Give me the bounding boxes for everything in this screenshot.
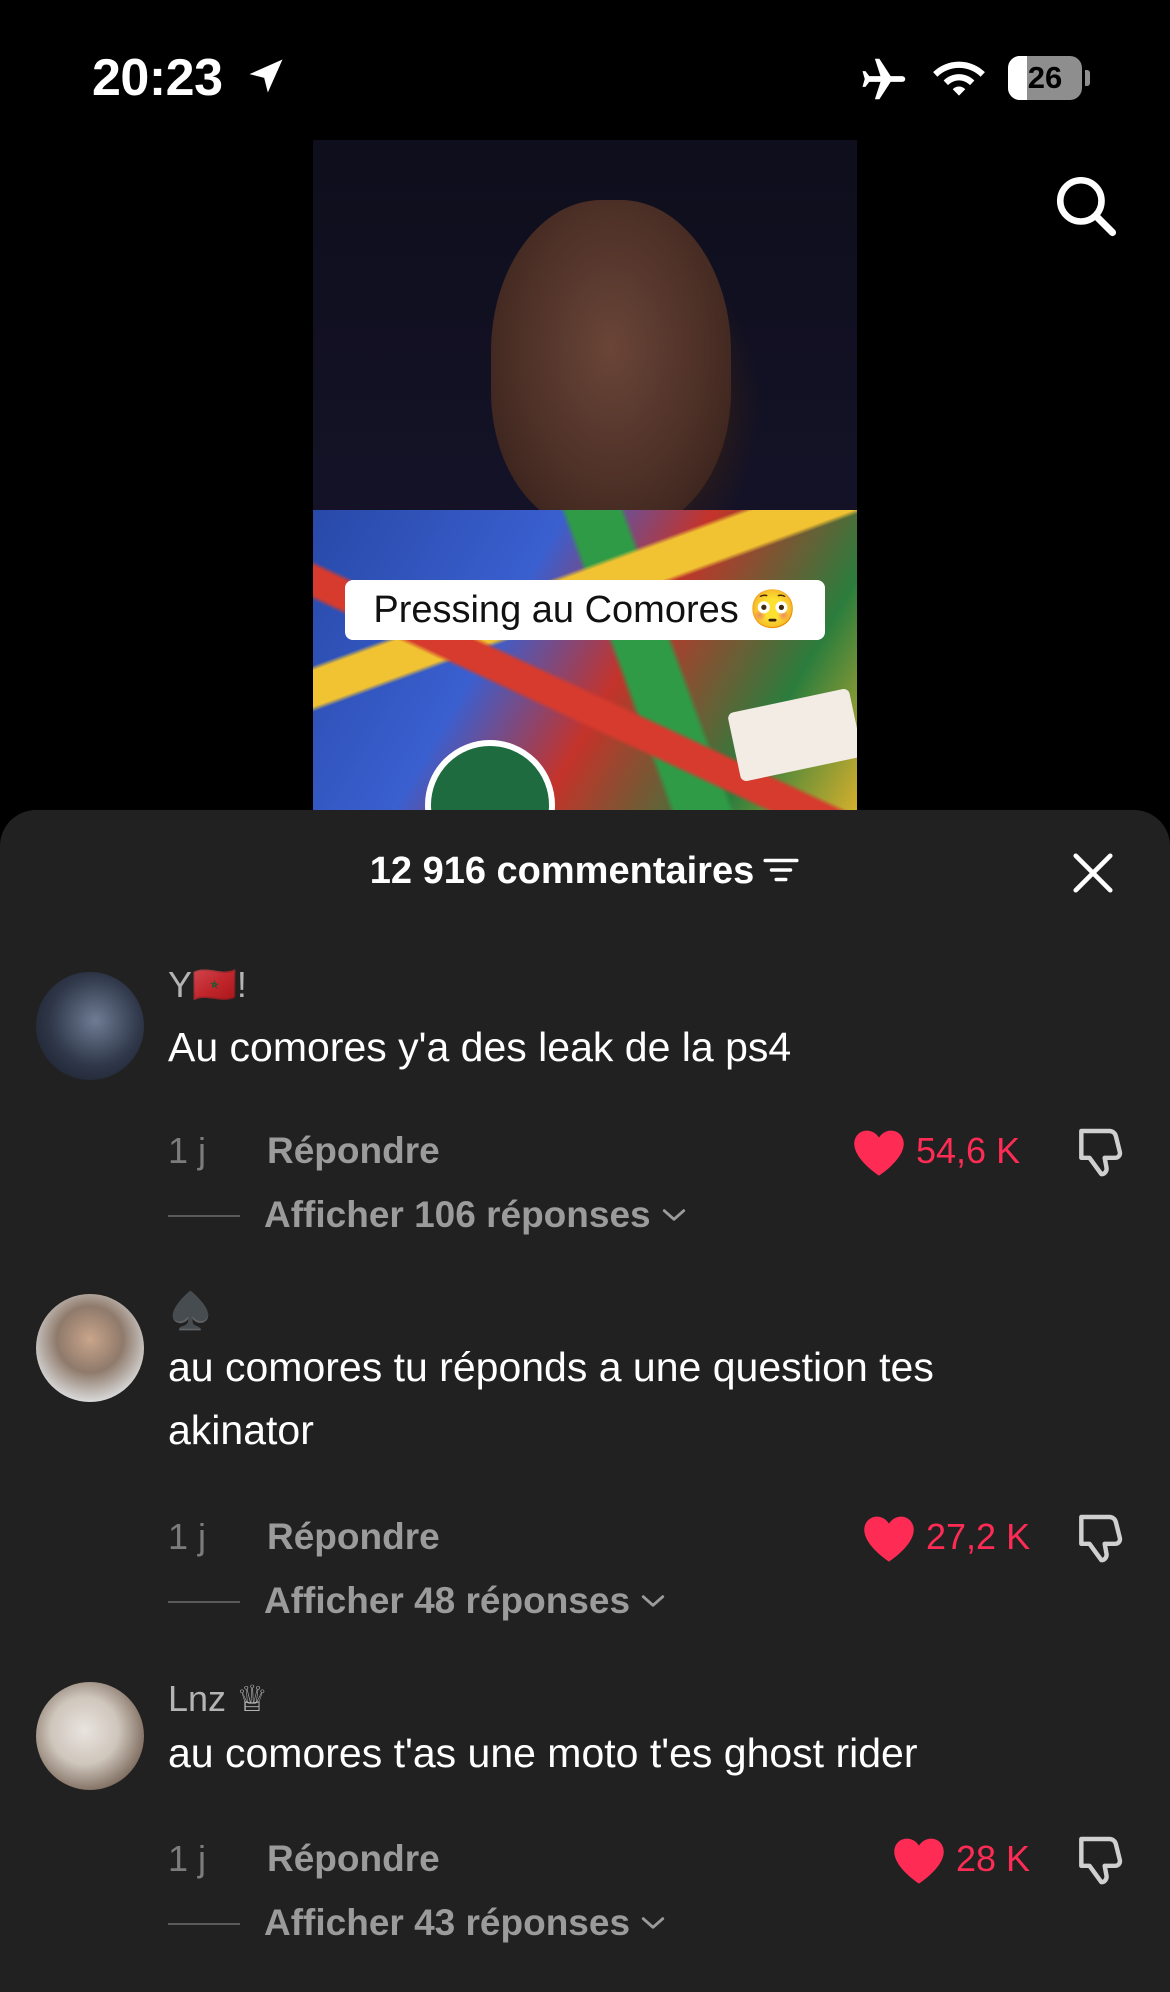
- close-icon[interactable]: [1070, 850, 1116, 896]
- chevron-down-icon: [641, 1917, 665, 1929]
- view-replies-label[interactable]: Afficher 106 réponses: [264, 1194, 687, 1236]
- video-person: [491, 200, 731, 530]
- heart-icon: [894, 1838, 944, 1884]
- comment-meta: 1 j Répondre 28 K: [168, 1830, 1128, 1890]
- comments-header: 12 916 commentaires: [0, 810, 1170, 932]
- comment-age: 1 j: [168, 1516, 207, 1557]
- view-replies-label[interactable]: Afficher 43 réponses: [264, 1902, 666, 1944]
- replies-divider: [168, 1923, 240, 1925]
- like-count: 27,2 K: [926, 1516, 1031, 1557]
- comment-text: au comores tu réponds a une question tes…: [168, 1344, 934, 1453]
- view-replies-text: Afficher 106 réponses: [264, 1194, 651, 1235]
- battery-level: 26: [1027, 60, 1063, 95]
- comment-meta: 1 j Répondre 54,6 K: [168, 1122, 1128, 1182]
- comment-age: 1 j: [168, 1838, 207, 1879]
- airplane-icon: [862, 58, 906, 100]
- chevron-down-icon: [641, 1595, 665, 1607]
- heart-icon: [854, 1130, 904, 1176]
- avatar[interactable]: [36, 1682, 144, 1790]
- reply-button[interactable]: Répondre: [267, 1130, 440, 1172]
- comment-age: 1 j: [168, 1130, 207, 1171]
- battery-body: 26: [1008, 56, 1082, 100]
- comment-username[interactable]: Lnz ♕: [168, 1678, 268, 1720]
- comments-count[interactable]: 12 916 commentaires: [0, 850, 1170, 893]
- like-button[interactable]: 28 K: [892, 1830, 1128, 1890]
- comment-text: au comores t'as une moto t'es ghost ride…: [168, 1730, 918, 1776]
- like-button[interactable]: 27,2 K: [862, 1508, 1128, 1568]
- battery-icon: 26: [1008, 56, 1090, 100]
- like-count: 54,6 K: [916, 1130, 1021, 1171]
- search-icon[interactable]: [1052, 172, 1118, 238]
- view-replies-text: Afficher 48 réponses: [264, 1580, 631, 1621]
- comments-sheet: 12 916 commentaires Y🇲🇦! Au comores y'a …: [0, 810, 1170, 1992]
- battery-tip: [1085, 70, 1090, 86]
- status-time: 20:23: [92, 49, 223, 107]
- status-bar: 20:23 26: [0, 0, 1170, 150]
- reply-button[interactable]: Répondre: [267, 1516, 440, 1558]
- comment-meta: 1 j Répondre 27,2 K: [168, 1508, 1128, 1568]
- video-caption: Pressing au Comores 😳: [345, 580, 825, 640]
- comment-username[interactable]: ♠️: [168, 1290, 213, 1332]
- location-arrow-icon: [249, 59, 283, 93]
- comments-count-label: 12 916 commentaires: [369, 850, 755, 892]
- avatar[interactable]: [36, 1294, 144, 1402]
- avatar[interactable]: [36, 972, 144, 1080]
- reply-button[interactable]: Répondre: [267, 1838, 440, 1880]
- like-button[interactable]: 54,6 K: [852, 1122, 1128, 1182]
- view-replies-label[interactable]: Afficher 48 réponses: [264, 1580, 666, 1622]
- heart-icon: [864, 1516, 914, 1562]
- screen: 20:23 26 Pressing au Comores 😳 12 916 co…: [0, 0, 1170, 1992]
- comment-username[interactable]: Y🇲🇦!: [168, 964, 247, 1006]
- replies-divider: [168, 1601, 240, 1603]
- dislike-icon[interactable]: [1072, 1124, 1128, 1180]
- dislike-icon[interactable]: [1072, 1510, 1128, 1566]
- chevron-down-icon: [662, 1209, 685, 1221]
- like-count: 28 K: [956, 1838, 1031, 1879]
- replies-divider: [168, 1215, 240, 1217]
- filter-icon[interactable]: [762, 855, 800, 885]
- view-replies-text: Afficher 43 réponses: [264, 1902, 631, 1943]
- dislike-icon[interactable]: [1072, 1832, 1128, 1888]
- video-player[interactable]: [313, 140, 857, 810]
- comment-text: Au comores y'a des leak de la ps4: [168, 1024, 792, 1070]
- wifi-icon: [933, 61, 985, 96]
